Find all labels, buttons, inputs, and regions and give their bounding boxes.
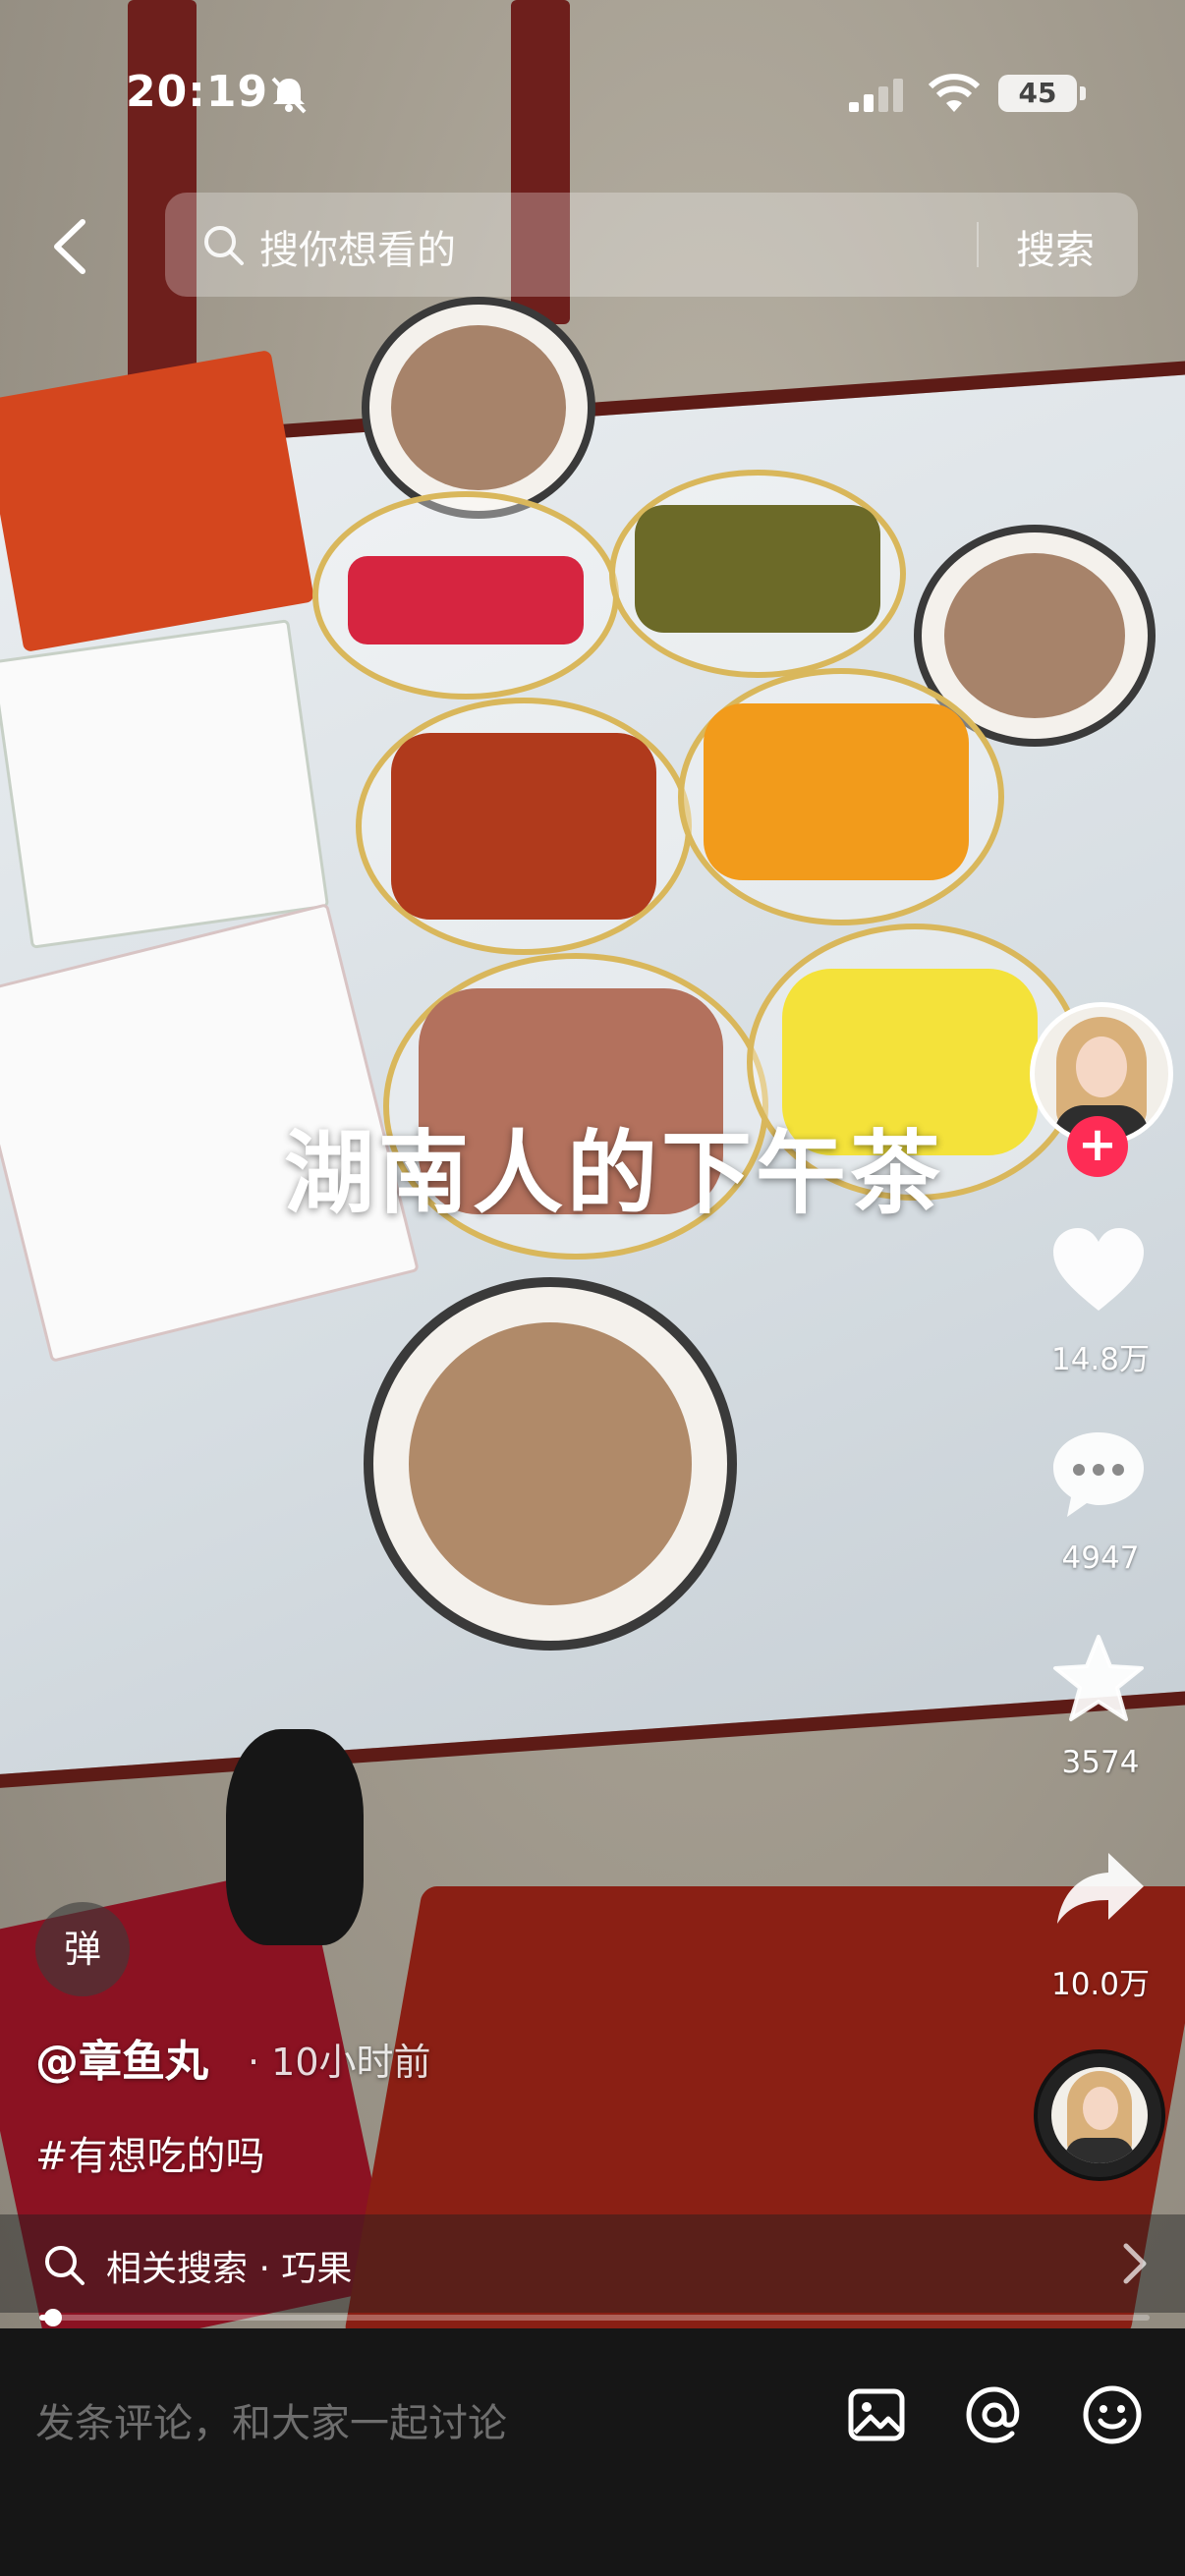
related-search-label: 相关搜索 · 巧果 xyxy=(106,2249,353,2289)
related-search-bar[interactable]: 相关搜索 · 巧果 xyxy=(0,2214,1185,2313)
shoe xyxy=(226,1729,364,1945)
search-placeholder: 搜你想看的 xyxy=(259,228,456,273)
music-disc[interactable] xyxy=(1034,2049,1165,2181)
avatar-face xyxy=(1076,1036,1127,1097)
comment-input[interactable]: 发条评论，和大家一起讨论 xyxy=(35,2391,507,2448)
comment-icon[interactable] xyxy=(1049,1428,1148,1521)
cellular-signal-icon xyxy=(849,79,903,112)
mute-bell-icon xyxy=(271,77,307,114)
video-caption: 湖南人的下午茶 xyxy=(283,1121,944,1226)
image-icon[interactable] xyxy=(845,2383,908,2446)
bowl-candy xyxy=(609,470,906,678)
snack-packs xyxy=(0,619,330,949)
back-arrow-icon[interactable] xyxy=(47,214,94,279)
chevron-right-icon xyxy=(1123,2243,1147,2284)
danmu-toggle-button[interactable]: 弹 xyxy=(35,1902,130,1996)
at-icon[interactable] xyxy=(963,2383,1026,2446)
comment-bar: 发条评论，和大家一起讨论 xyxy=(0,2328,1185,2576)
author-name[interactable]: @章鱼丸 xyxy=(35,2026,208,2089)
tea-bowl-large xyxy=(364,1277,737,1651)
star-icon[interactable] xyxy=(1051,1633,1146,1723)
video-progress-bar[interactable] xyxy=(39,2309,1150,2326)
battery-tip xyxy=(1080,86,1086,100)
hashtag-link[interactable]: #有想吃的吗 xyxy=(35,2124,265,2181)
heart-icon[interactable] xyxy=(1049,1226,1148,1315)
follow-button[interactable]: + xyxy=(1067,1116,1128,1177)
snack-bag-red xyxy=(0,349,315,653)
search-button[interactable]: 搜索 xyxy=(1016,218,1095,275)
post-time: · 10小时前 xyxy=(248,2041,431,2084)
bowl-red-radish xyxy=(312,491,619,700)
comment-count: 4947 xyxy=(1061,1540,1140,1576)
wifi-icon xyxy=(928,74,981,112)
bowl-chili xyxy=(356,698,692,955)
search-icon xyxy=(45,2246,85,2285)
search-icon xyxy=(204,226,244,265)
tea-cup xyxy=(362,297,595,519)
emoji-icon[interactable] xyxy=(1081,2383,1144,2446)
search-divider xyxy=(977,222,979,267)
search-input[interactable]: 搜你想看的 搜索 xyxy=(165,193,1138,297)
battery-icon: 45 xyxy=(998,75,1077,112)
like-count: 14.8万 xyxy=(1050,1342,1151,1377)
favorite-count: 3574 xyxy=(1061,1745,1140,1780)
status-time: 20:19 xyxy=(126,67,269,117)
music-cover xyxy=(1051,2067,1148,2163)
bowl-orange xyxy=(678,668,1004,925)
video-screen[interactable]: 20:19 45 搜你想看的 搜索 湖南人的下午茶 + 14.8万 4947 3… xyxy=(0,0,1185,2576)
share-icon[interactable] xyxy=(1053,1849,1148,1928)
share-count: 10.0万 xyxy=(1050,1967,1151,2002)
